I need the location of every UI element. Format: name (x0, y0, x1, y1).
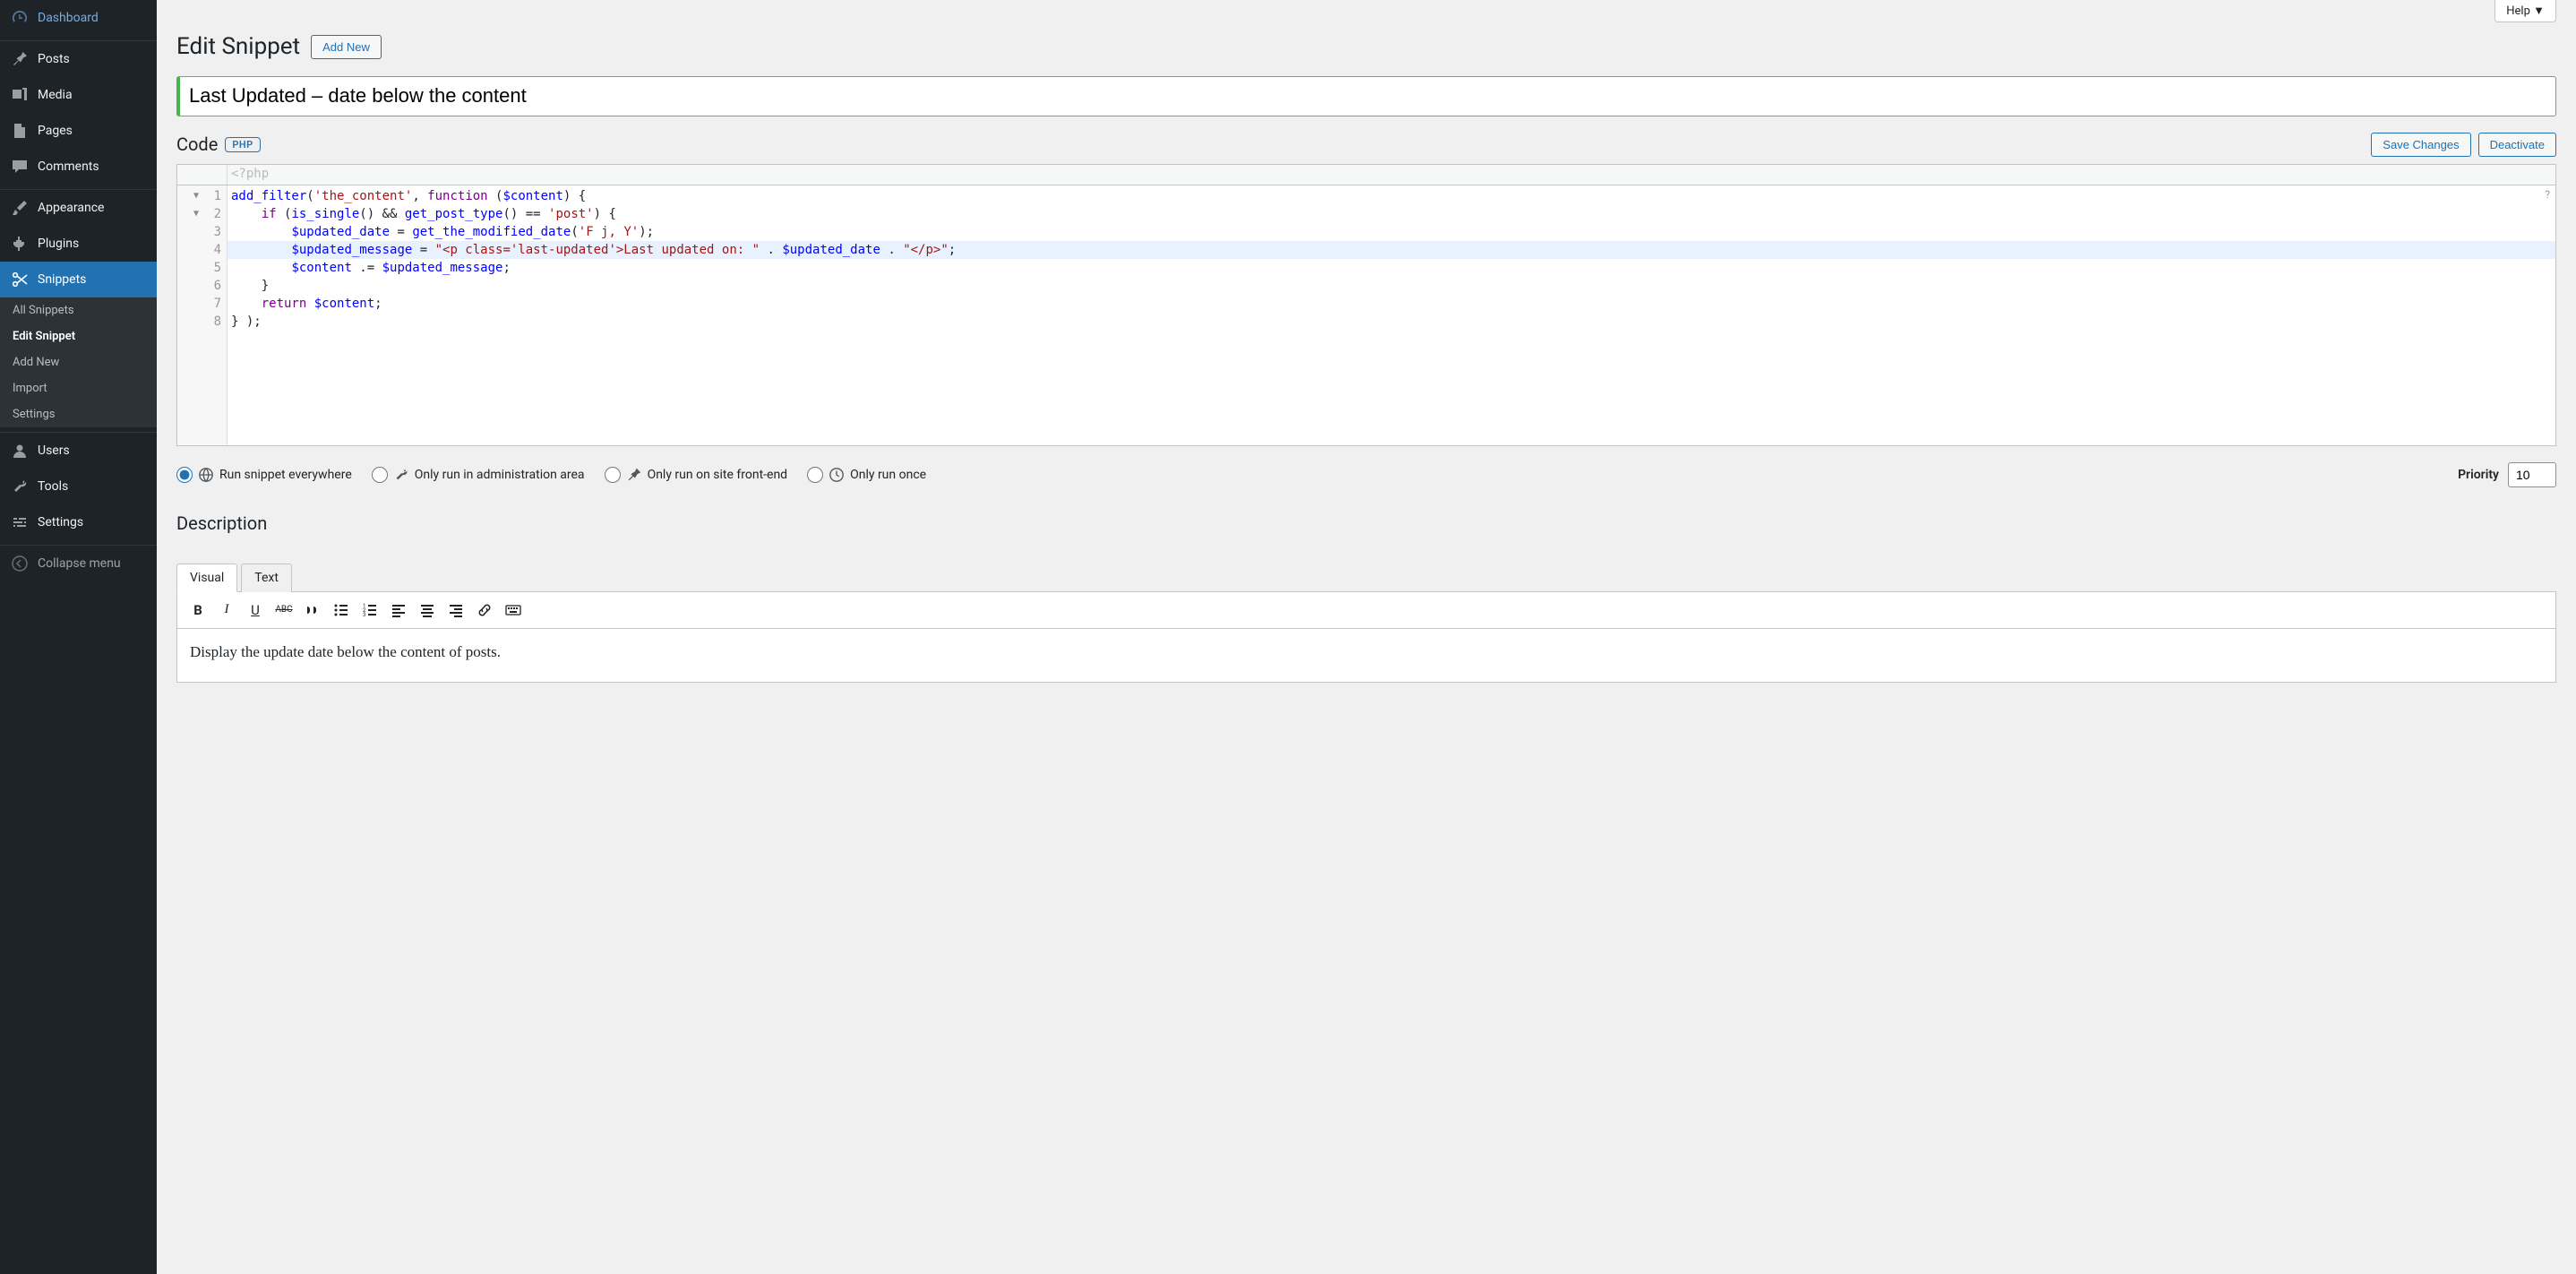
bullet-list-button[interactable] (328, 598, 355, 623)
keyboard-button[interactable] (500, 598, 527, 623)
php-opening-tag: <?php (228, 165, 272, 185)
menu-posts[interactable]: Posts (0, 41, 157, 77)
globe-icon (198, 467, 214, 483)
menu-users[interactable]: Users (0, 433, 157, 469)
menu-label: Plugins (38, 237, 79, 251)
submenu-import[interactable]: Import (0, 375, 157, 401)
php-badge: PHP (225, 137, 260, 152)
align-center-button[interactable] (414, 598, 441, 623)
menu-label: Dashboard (38, 11, 99, 25)
menu-tools[interactable]: Tools (0, 469, 157, 504)
plugin-icon (11, 235, 29, 253)
align-right-button[interactable] (442, 598, 469, 623)
dashboard-icon (11, 9, 29, 27)
underline-button[interactable]: U (242, 598, 269, 623)
wrench-icon (393, 467, 409, 483)
quote-button[interactable] (299, 598, 326, 623)
menu-media[interactable]: Media (0, 77, 157, 113)
snippet-title-input[interactable] (176, 76, 2556, 116)
menu-label: Comments (38, 159, 99, 174)
brush-icon (11, 199, 29, 217)
menu-appearance[interactable]: Appearance (0, 190, 157, 226)
link-button[interactable] (471, 598, 498, 623)
code-text[interactable]: add_filter('the_content', function ($con… (228, 185, 2555, 445)
submenu-edit-snippet[interactable]: Edit Snippet (0, 323, 157, 349)
chevron-left-icon (11, 555, 29, 572)
code-editor[interactable]: ? <?php ▼1 ▼2 3 4 5 6 7 8 add_filter('th… (176, 164, 2556, 446)
code-heading: Code (176, 133, 218, 155)
submenu-settings[interactable]: Settings (0, 401, 157, 427)
comment-icon (11, 158, 29, 176)
tab-text[interactable]: Text (241, 564, 292, 592)
pin-icon (626, 467, 642, 483)
tab-visual[interactable]: Visual (176, 564, 237, 592)
gutter: ▼1 ▼2 3 4 5 6 7 8 (177, 185, 228, 445)
submenu-all-snippets[interactable]: All Snippets (0, 297, 157, 323)
scope-admin[interactable]: Only run in administration area (372, 467, 585, 483)
pin-icon (11, 50, 29, 68)
menu-collapse[interactable]: Collapse menu (0, 546, 157, 581)
scope-everywhere[interactable]: Run snippet everywhere (176, 467, 352, 483)
menu-label: Pages (38, 124, 73, 138)
menu-label: Collapse menu (38, 556, 121, 571)
clock-icon (829, 467, 845, 483)
menu-comments[interactable]: Comments (0, 149, 157, 185)
description-editor[interactable]: Display the update date below the conten… (176, 629, 2556, 683)
svg-text:3: 3 (363, 612, 365, 618)
menu-plugins[interactable]: Plugins (0, 226, 157, 262)
editor-toolbar: B I U ABC 123 (176, 592, 2556, 629)
menu-dashboard[interactable]: Dashboard (0, 0, 157, 36)
strikethrough-button[interactable]: ABC (270, 598, 297, 623)
ordered-list-button[interactable]: 123 (356, 598, 383, 623)
scope-frontend[interactable]: Only run on site front-end (605, 467, 788, 483)
menu-pages[interactable]: Pages (0, 113, 157, 149)
help-button[interactable]: Help ▼ (2494, 0, 2556, 22)
menu-label: Appearance (38, 201, 104, 215)
sliders-icon (11, 513, 29, 531)
add-new-button[interactable]: Add New (311, 35, 382, 59)
menu-label: Posts (38, 52, 70, 66)
menu-label: Tools (38, 479, 68, 494)
description-heading: Description (176, 493, 2556, 545)
admin-sidebar: Dashboard Posts Media Pages Comments App… (0, 0, 157, 1274)
menu-label: Snippets (38, 272, 86, 287)
wrench-icon (11, 478, 29, 495)
menu-settings[interactable]: Settings (0, 504, 157, 540)
scope-once[interactable]: Only run once (807, 467, 926, 483)
main-content: Help ▼ Edit Snippet Add New Code PHP Sav… (157, 0, 2576, 1274)
user-icon (11, 442, 29, 460)
priority-input[interactable] (2508, 462, 2556, 487)
align-left-button[interactable] (385, 598, 412, 623)
media-icon (11, 86, 29, 104)
menu-label: Settings (38, 515, 83, 529)
menu-snippets[interactable]: Snippets (0, 262, 157, 297)
scope-row: Run snippet everywhere Only run in admin… (176, 446, 2556, 493)
save-changes-button[interactable]: Save Changes (2371, 133, 2470, 157)
submenu-add-new[interactable]: Add New (0, 349, 157, 375)
page-icon (11, 122, 29, 140)
bold-button[interactable]: B (185, 598, 211, 623)
scissors-icon (11, 271, 29, 288)
deactivate-button[interactable]: Deactivate (2478, 133, 2556, 157)
menu-label: Users (38, 443, 70, 458)
menu-label: Media (38, 88, 73, 102)
page-title: Edit Snippet (176, 33, 300, 60)
italic-button[interactable]: I (213, 598, 240, 623)
priority-label: Priority (2458, 468, 2499, 482)
